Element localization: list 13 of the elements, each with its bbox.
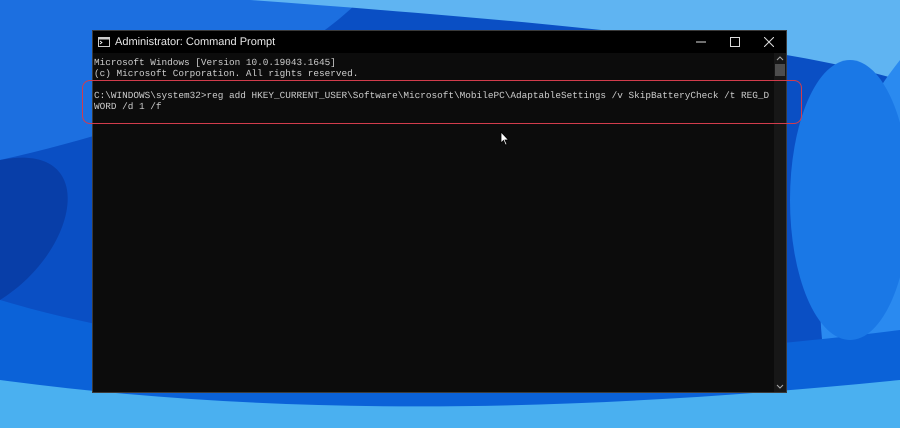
scroll-up-icon[interactable]: [776, 56, 784, 61]
mouse-pointer-icon: [500, 131, 510, 146]
scroll-thumb[interactable]: [775, 64, 785, 76]
close-icon: [764, 37, 774, 47]
scroll-down-icon[interactable]: [776, 384, 784, 389]
maximize-icon: [730, 37, 740, 47]
console-app-icon: [98, 37, 110, 47]
console-line: (c) Microsoft Corporation. All rights reserved.: [94, 68, 360, 79]
console-line: Microsoft Windows [Version 10.0.19043.1645]: [94, 57, 337, 68]
scrollbar[interactable]: [774, 53, 786, 392]
console-line: C:\WINDOWS\system32>reg add HKEY_CURRENT_USER\Software\Microsoft\MobilePC\AdaptableSettings /v SkipBatteryCheck /t REG_D: [94, 90, 770, 101]
window-title: Administrator: Command Prompt: [115, 36, 276, 48]
console-line: WORD /d 1 /f: [94, 101, 163, 112]
